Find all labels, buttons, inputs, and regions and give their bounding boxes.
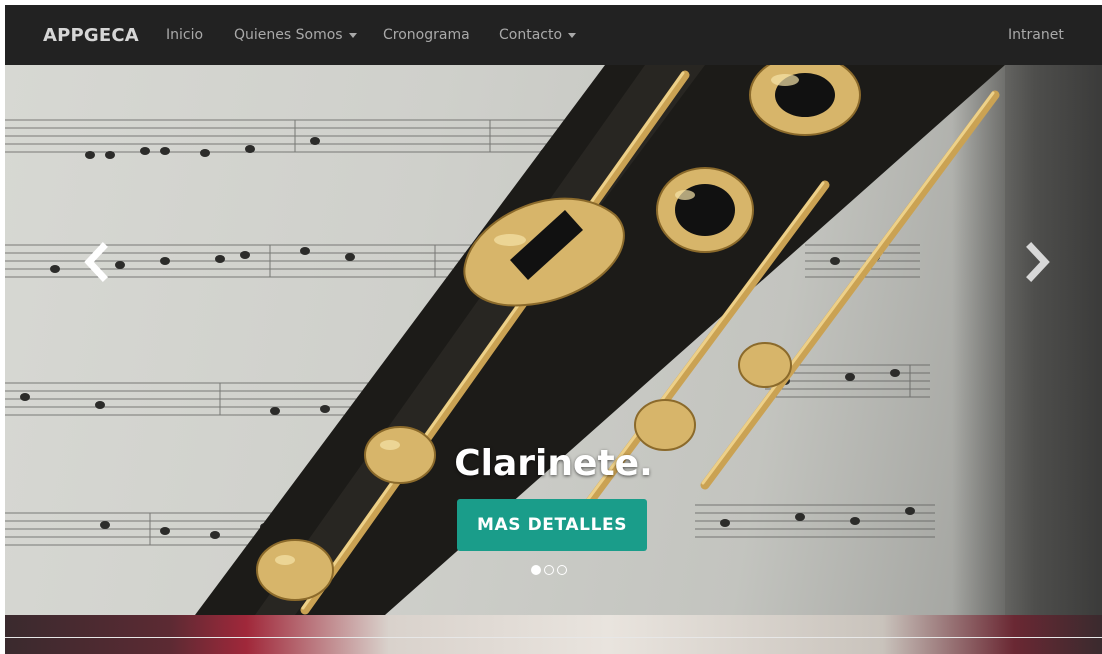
nav-item-label: Inicio — [166, 27, 204, 43]
nav-item-intranet[interactable]: Intranet — [1008, 5, 1064, 65]
nav-item-inicio[interactable]: Inicio — [166, 5, 203, 65]
caret-down-icon — [568, 32, 577, 38]
hero-carousel: Clarinete. MAS DETALLES — [5, 65, 1102, 615]
carousel-next-button[interactable] — [1013, 245, 1063, 295]
caret-down-icon — [348, 32, 357, 38]
carousel-indicator-3[interactable] — [557, 565, 567, 575]
carousel-prev-button[interactable] — [71, 245, 121, 295]
nav-item-label: Intranet — [1008, 27, 1064, 43]
slide-caption-title: Clarinete. — [454, 443, 653, 484]
nav-item-label: Cronograma — [383, 27, 470, 43]
nav-item-cronograma[interactable]: Cronograma — [383, 5, 470, 65]
carousel-indicators — [531, 565, 567, 575]
page: APPGECA Inicio Quienes Somos Cronograma … — [0, 0, 1102, 654]
mas-detalles-button[interactable]: MAS DETALLES — [457, 499, 647, 551]
next-section-image — [5, 615, 1102, 654]
carousel-indicator-1[interactable] — [531, 565, 541, 575]
top-navbar: APPGECA Inicio Quienes Somos Cronograma … — [5, 5, 1102, 65]
brand-logo-link[interactable]: APPGECA — [43, 5, 139, 65]
section-divider — [5, 637, 1102, 638]
carousel-indicator-2[interactable] — [544, 565, 554, 575]
nav-item-contacto[interactable]: Contacto — [499, 5, 577, 65]
nav-item-label: Contacto — [499, 27, 563, 43]
nav-item-quienes-somos[interactable]: Quienes Somos — [234, 5, 357, 65]
nav-item-label: Quienes Somos — [234, 27, 343, 43]
